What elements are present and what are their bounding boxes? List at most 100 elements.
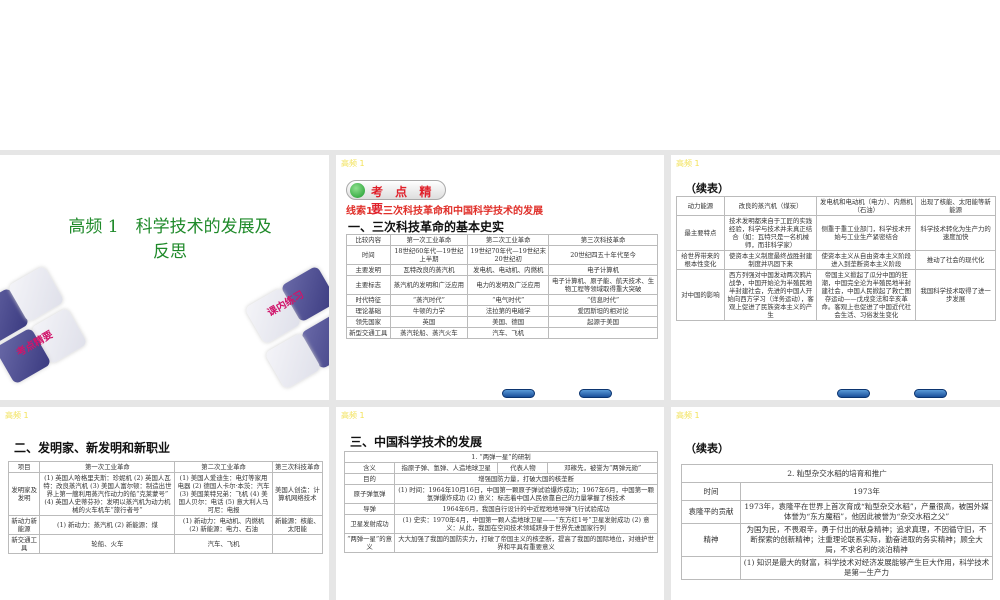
table-cell: 起源于美国	[548, 316, 658, 328]
nav-button-prev[interactable]	[837, 389, 870, 398]
table-row: 动力能源 改良的蒸汽机（煤炭） 发电机和电动机（电力）、内燃机（石油） 出现了核能、太…	[676, 196, 996, 216]
table-row: 最主要特点 技术发明都来自于工匠的实践经验，科学与技术并未真正结合（如：瓦特只是一…	[676, 215, 996, 251]
slide-inventors[interactable]: 高频 1 二、发明家、新发明和新职业 项目 第一次工业革命 第二次工业革命 第三次科技…	[0, 407, 329, 600]
table-cell: 改良的蒸汽机（煤炭）	[723, 196, 818, 216]
section-heading: （续表）	[685, 182, 729, 195]
nav-button-next[interactable]	[914, 389, 947, 398]
table-row: 时间 1973年	[680, 482, 993, 501]
table-row: 项目 第一次工业革命 第二次工业革命 第三次科技革命	[7, 461, 324, 473]
table-row: 对中国的影响 西方列强对中国发动两次鸦片战争，中国开始沦为半殖民地半封建社会，先进…	[676, 269, 996, 321]
table-cell: 使资本主义从自由资本主义阶段进入到垄断资本主义阶段	[816, 250, 917, 270]
table-cell: 瓦特改良的蒸汽机	[389, 264, 469, 276]
table-cell: 时代特征	[346, 294, 391, 306]
table-cell: (1) 美国人爱迪生：电灯等家用电器 (2) 德国人卡尔·本茨：汽车 (3) 美…	[174, 472, 273, 516]
table-row: 时代特征 “蒸汽时代” “电气时代” “信息时代”	[346, 294, 658, 306]
table-cell: 推动了社会的现代化	[915, 250, 996, 270]
table-cell: (1) 新动力：电动机、内燃机 (2) 新能源：电力、石油	[174, 515, 273, 535]
table-row: 原子弹氢弹 (1) 时间：1964年10月16日，中国第一颗原子弹试验爆炸成功；1…	[343, 484, 658, 504]
table-cell: 精神	[680, 523, 742, 557]
table-row: 精神 为国为民，不畏艰辛，勇于付出的献身精神；追求真理，不因循守旧，不断探索的创新…	[680, 523, 993, 557]
slide-tag: 高频 1	[5, 411, 29, 420]
table-cell: 1973年，袁隆平在世界上首次育成“籼型杂交水稻”，产量很高，被国外媒体誉为“东…	[740, 500, 993, 524]
table-cell: 目的	[343, 473, 396, 485]
table-cell: 对中国的影响	[676, 269, 725, 321]
table-cell: (1) 史实：1970年4月，中国第一颗人造地球卫星——“东方红1号”卫星发射成…	[394, 514, 658, 534]
table-row: 主要发明 瓦特改良的蒸汽机 发电机、电动机、内燃机 电子计算机	[346, 264, 658, 276]
slide-cover[interactable]: 高频 1 科学技术的发展及反思 考点精要 课内练习	[0, 155, 329, 400]
table-row: 卫星发射成功 (1) 史实：1970年4月，中国第一颗人造地球卫星——“东方红1号…	[343, 514, 658, 534]
table-row: (1) 知识是最大的财富，科学技术对经济发展能够产生巨大作用，科学技术是第一生产…	[680, 556, 993, 580]
nav-button-next[interactable]	[579, 389, 612, 398]
table-cell: 动力能源	[676, 196, 725, 216]
table-row: 袁隆平的贡献 1973年，袁隆平在世界上首次育成“籼型杂交水稻”，产量很高，被国外…	[680, 500, 993, 524]
slide-continued-table[interactable]: 高频 1 （续表） 动力能源 改良的蒸汽机（煤炭） 发电机和电动机（电力）、内燃机（…	[671, 155, 1000, 400]
table-cell: 比较内容	[346, 234, 391, 246]
table-row: 含义 指原子弹、氢弹、人造地球卫星 代表人物 邓稼先，被誉为“两弹元勋”	[343, 462, 658, 474]
table-row: 给世界带来的根本性变化 使资本主义制度最终战胜封建制度并巩固下来 使资本主义从自由资…	[676, 250, 996, 270]
table-cell: 19世纪70年代—19世纪末20世纪初	[467, 245, 550, 265]
table-cell: 新能源：核能、太阳能	[271, 515, 324, 535]
table-cell: 美国人创造：计算机网络技术	[271, 472, 324, 516]
table-cell: (1) 新动力：蒸汽机 (2) 新能源：煤	[39, 515, 176, 535]
table-cell: 新型交通工具	[346, 327, 391, 339]
table-title: 1. “两弹一星”的研制	[344, 451, 658, 463]
table-row: 主要标志 蒸汽机的发明和广泛应用 电力的发明及广泛应用 电子计算机、原子能、航天技术、…	[346, 275, 658, 295]
table-cell: 含义	[343, 462, 396, 474]
table-cell: 技术发明都来自于工匠的实践经验，科学与技术并未真正结合（如：瓦特只是一名机械师，…	[723, 215, 818, 251]
table-cell: 最主要特点	[676, 215, 725, 251]
table-cell: 项目	[7, 461, 41, 473]
table-row: 领先国家 英国 美国、德国 起源于美国	[346, 316, 658, 328]
clue-title: 线索1 三次科技革命和中国科学技术的发展	[346, 206, 543, 217]
table-cell: “信息时代”	[548, 294, 658, 306]
table-row: “两弹一星”的意义 大大加强了我国的国防实力，打破了帝国主义的核垄断，提高了我国的…	[343, 533, 658, 553]
table-cell: 时间	[346, 245, 391, 265]
slide-key-points[interactable]: 高频 1 考 点 精 要 线索1 三次科技革命和中国科学技术的发展 一、三次科技…	[336, 155, 664, 400]
table-cell: 电力的发明及广泛应用	[467, 275, 550, 295]
table-cell: 第二次工业革命	[467, 234, 550, 246]
table-cell: 发电机、电动机、内燃机	[467, 264, 550, 276]
table-title-row: 2. 籼型杂交水稻的培育和推广	[681, 464, 993, 483]
slide-tag: 高频 1	[341, 411, 365, 420]
slide-china-science[interactable]: 高频 1 三、中国科学技术的发展 1. “两弹一星”的研制 含义 指原子弹、氢弹、人…	[336, 407, 664, 600]
slide-hybrid-rice[interactable]: 高频 1 （续表） 2. 籼型杂交水稻的培育和推广 时间 1973年 袁隆平的贡献 19…	[671, 407, 1000, 600]
table-title: 2. 籼型杂交水稻的培育和推广	[681, 464, 993, 483]
table-cell: 蒸汽机的发明和广泛应用	[389, 275, 469, 295]
table-cell	[548, 327, 658, 339]
table-cell: 为国为民，不畏艰辛，勇于付出的献身精神；追求真理，不因循守旧，不断探索的创新精神…	[740, 523, 993, 557]
nav-button-prev[interactable]	[502, 389, 535, 398]
green-dot-icon	[350, 183, 365, 198]
table-cell	[680, 556, 742, 580]
table-cell: 出现了核能、太阳能等新能源	[915, 196, 996, 216]
table-cell: (1) 时间：1964年10月16日，中国第一颗原子弹试验爆炸成功；1967年6…	[394, 484, 658, 504]
table-cell: 增强国防力量，打破大国的核垄断	[394, 473, 658, 485]
table-cell: 指原子弹、氢弹、人造地球卫星	[394, 462, 499, 474]
table-cell: (1) 知识是最大的财富，科学技术对经济发展能够产生巨大作用，科学技术是第一生产…	[740, 556, 993, 580]
section-heading: （续表）	[685, 442, 729, 455]
table-row: 目的 增强国防力量，打破大国的核垄断	[343, 473, 658, 485]
table-cell: 18世纪60年代—19世纪上半期	[389, 245, 469, 265]
table-cell: 第二次工业革命	[174, 461, 273, 473]
table-cell: 新动力新能源	[7, 515, 41, 535]
table-cell: 我国科学技术取得了进一步发展	[915, 269, 996, 321]
section-heading: 一、三次科技革命的基本史实	[348, 220, 505, 234]
table-cell: 20世纪四五十年代至今	[548, 245, 658, 265]
table-cell: 袁隆平的贡献	[680, 500, 742, 524]
slide-tag: 高频 1	[341, 159, 365, 168]
table-cell: 卫星发射成功	[343, 514, 396, 534]
table-cell: 蒸汽轮船、蒸汽火车	[389, 327, 469, 339]
two-bombs-one-satellite-table: 1. “两弹一星”的研制 含义 指原子弹、氢弹、人造地球卫星 代表人物 邓稼先，被誉为“…	[343, 451, 658, 553]
table-cell: 时间	[680, 482, 742, 501]
table-cell: 邓稼先，被誉为“两弹元勋”	[547, 462, 658, 474]
table-cell: 西方列强对中国发动两次鸦片战争，中国开始沦为半殖民地半封建社会，先进的中国人开始…	[723, 269, 818, 321]
inventors-table: 项目 第一次工业革命 第二次工业革命 第三次科技革命 发明家及发明 (1) 英国人哈格里夫…	[7, 461, 324, 554]
cover-title: 高频 1 科学技术的发展及反思	[68, 217, 272, 262]
table-cell: 科学技术转化为生产力的速度加快	[915, 215, 996, 251]
table-cell: 1964年6月，我国自行设计的中近程地地导弹飞行试验成功	[394, 503, 658, 515]
table-cell: 给世界带来的根本性变化	[676, 250, 725, 270]
table-cell: 使资本主义制度最终战胜封建制度并巩固下来	[723, 250, 818, 270]
table-row: 发明家及发明 (1) 英国人哈格里夫斯：珍妮机 (2) 英国人瓦特：改良蒸汽机 (…	[7, 472, 324, 516]
table-row: 时间 18世纪60年代—19世纪上半期 19世纪70年代—19世纪末20世纪初 20世…	[346, 245, 658, 265]
key-points-badge: 考 点 精 要	[346, 180, 446, 216]
table-cell: 大大加强了我国的国防实力，打破了帝国主义的核垄断，提高了我国的国际地位，对维护世…	[394, 533, 658, 553]
table-cell: 电子计算机、原子能、航天技术、生物工程等领域取得重大突破	[548, 275, 658, 295]
